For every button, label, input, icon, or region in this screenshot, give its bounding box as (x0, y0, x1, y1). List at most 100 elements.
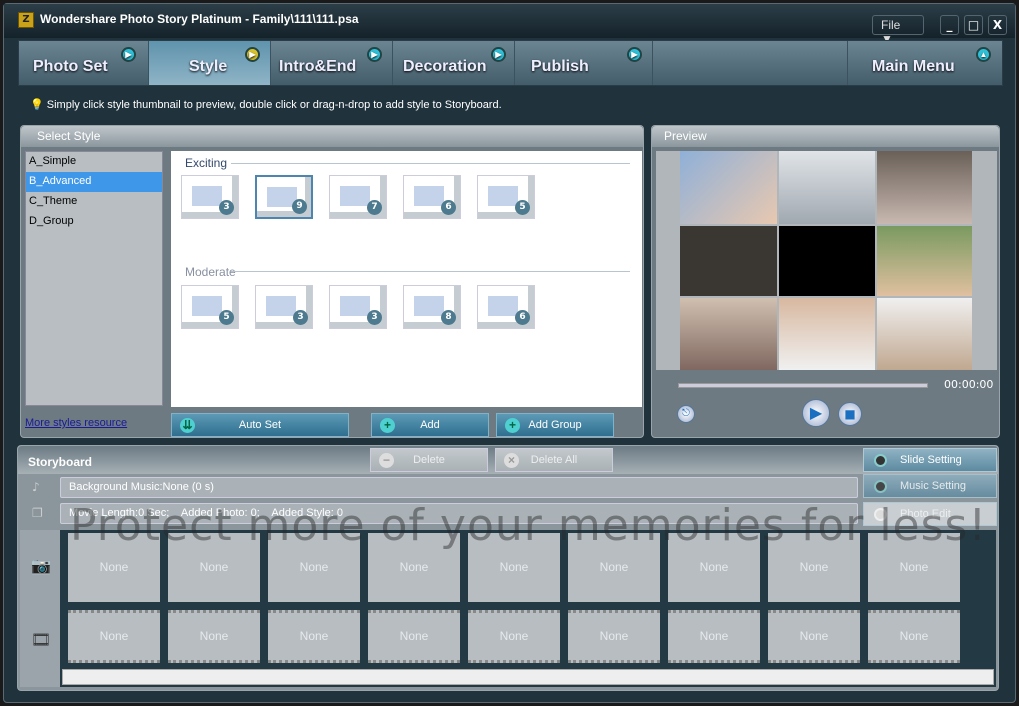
tab-photo-set[interactable]: Photo Set ▶ (19, 41, 149, 85)
photo-slot[interactable]: None (668, 533, 760, 602)
maximize-button[interactable]: □ (964, 15, 983, 35)
plus-icon: + (505, 418, 520, 433)
playback-slider[interactable] (678, 383, 928, 388)
double-down-icon: ⇊ (180, 418, 195, 433)
camera-icon: 📷 (31, 556, 51, 575)
hint-text: 💡 Simply click style thumbnail to previe… (30, 99, 502, 111)
x-icon: × (504, 453, 519, 468)
movie-info-row: Movie Length:0 Sec; Added Photo: 0; Adde… (60, 503, 858, 524)
window-title: Wondershare Photo Story Platinum - Famil… (40, 12, 359, 26)
delete-button[interactable]: − Delete (370, 448, 488, 472)
photo-slot[interactable]: None (368, 533, 460, 602)
style-thumbnail[interactable]: 6 (477, 285, 535, 329)
left-arrow-icon (874, 508, 887, 521)
transition-slot[interactable]: None (168, 610, 260, 663)
title-bar: Z Wondershare Photo Story Platinum - Fam… (4, 4, 1015, 46)
transition-slot[interactable]: None (568, 610, 660, 663)
category-c-theme[interactable]: C_Theme (26, 192, 162, 212)
tab-decoration[interactable]: Decoration ▶ (393, 41, 515, 85)
left-arrow-icon (874, 454, 887, 467)
style-thumbnail[interactable]: 3 (181, 175, 239, 219)
category-b-advanced[interactable]: B_Advanced (26, 172, 162, 192)
horizontal-scrollbar[interactable] (62, 669, 994, 685)
arrow-right-icon: ▶ (491, 47, 506, 62)
delete-all-button[interactable]: × Delete All (495, 448, 613, 472)
group-label-moderate: Moderate (185, 265, 236, 279)
minimize-button[interactable]: _ (940, 15, 959, 35)
photo-slot[interactable]: None (768, 533, 860, 602)
arrow-right-icon: ▶ (121, 47, 136, 62)
auto-set-button[interactable]: ⇊ Auto Set (171, 413, 349, 437)
style-thumbnail[interactable]: 5 (181, 285, 239, 329)
style-thumbnail[interactable]: 3 (255, 285, 313, 329)
style-thumbnail[interactable]: 3 (329, 285, 387, 329)
photo-count-badge: 6 (441, 200, 456, 215)
photo-slot[interactable]: None (868, 533, 960, 602)
category-a-simple[interactable]: A_Simple (26, 152, 162, 172)
preview-image (656, 151, 997, 370)
photo-count-badge: 5 (515, 200, 530, 215)
storyboard-panel: Storyboard − Delete × Delete All Slide Set… (17, 445, 999, 691)
transition-slot[interactable]: None (468, 610, 560, 663)
add-button[interactable]: + Add (371, 413, 489, 437)
photo-slot[interactable]: None (168, 533, 260, 602)
category-d-group[interactable]: D_Group (26, 212, 162, 232)
style-thumbnail[interactable]: 5 (477, 175, 535, 219)
minus-icon: − (379, 453, 394, 468)
style-category-list: A_Simple B_Advanced C_Theme D_Group (25, 151, 163, 406)
style-thumbnail[interactable]: 8 (403, 285, 461, 329)
play-button[interactable]: ▶ (802, 399, 830, 427)
divider (231, 271, 630, 272)
photo-count-badge: 6 (515, 310, 530, 325)
photo-count-badge: 8 (441, 310, 456, 325)
lightbulb-icon: 💡 (30, 99, 44, 111)
photo-count-badge: 9 (292, 199, 307, 214)
music-note-icon: ♪ (32, 480, 40, 494)
photo-count-badge: 3 (219, 200, 234, 215)
main-tabs: Photo Set ▶ Style ▶ Intro&End ▶ Decoration ▶… (18, 40, 1003, 86)
photo-slot[interactable]: None (68, 533, 160, 602)
style-thumbnail[interactable]: 7 (329, 175, 387, 219)
tab-style[interactable]: Style ▶ (149, 41, 271, 85)
photo-slot[interactable]: None (568, 533, 660, 602)
storyboard-grid: 📷 🎞 None None None None None None None None None… (20, 530, 996, 687)
arrow-up-icon: ▲ (976, 47, 991, 62)
preview-panel: Preview 00:00:00 ⎋ ▶ ■ (651, 125, 1000, 438)
photo-count-badge: 3 (293, 310, 308, 325)
panel-title: Preview (652, 126, 999, 147)
left-arrow-icon (874, 480, 887, 493)
add-group-button[interactable]: + Add Group (496, 413, 614, 437)
file-menu-button[interactable]: File ▼ (872, 15, 924, 46)
arrow-right-icon: ▶ (367, 47, 382, 62)
panel-title: Select Style (21, 126, 643, 147)
background-music-row[interactable]: Background Music:None (0 s) (60, 477, 858, 498)
tab-publish[interactable]: Publish ▶ (515, 41, 653, 85)
photo-slot[interactable]: None (268, 533, 360, 602)
export-icon[interactable]: ⎋ (677, 405, 695, 423)
style-thumbnails: Exciting Moderate 3 9 7 6 5 5 3 3 8 6 (171, 151, 642, 407)
photo-edit-button[interactable]: Photo Edit (863, 502, 997, 526)
photo-slot[interactable]: None (468, 533, 560, 602)
music-setting-button[interactable]: Music Setting (863, 474, 997, 498)
transition-slot[interactable]: None (668, 610, 760, 663)
tab-main-menu[interactable]: Main Menu ▲ (847, 41, 1003, 85)
style-thumbnail[interactable]: 6 (403, 175, 461, 219)
group-label-exciting: Exciting (185, 156, 228, 170)
app-logo-icon: Z (18, 12, 34, 28)
transition-slot[interactable]: None (268, 610, 360, 663)
transition-slot[interactable]: None (68, 610, 160, 663)
close-button[interactable]: X (988, 15, 1007, 35)
transition-slot[interactable]: None (368, 610, 460, 663)
transition-slot[interactable]: None (868, 610, 960, 663)
stop-button[interactable]: ■ (838, 402, 862, 426)
slide-setting-button[interactable]: Slide Setting (863, 448, 997, 472)
copy-icon: ❐ (32, 506, 43, 520)
style-thumbnail[interactable]: 9 (255, 175, 313, 219)
photo-count-badge: 3 (367, 310, 382, 325)
film-icon: 🎞 (31, 630, 52, 649)
transition-slot[interactable]: None (768, 610, 860, 663)
tab-intro-end[interactable]: Intro&End ▶ (271, 41, 393, 85)
more-styles-link[interactable]: More styles resource (25, 417, 127, 429)
divider (231, 163, 630, 164)
photo-count-badge: 7 (367, 200, 382, 215)
